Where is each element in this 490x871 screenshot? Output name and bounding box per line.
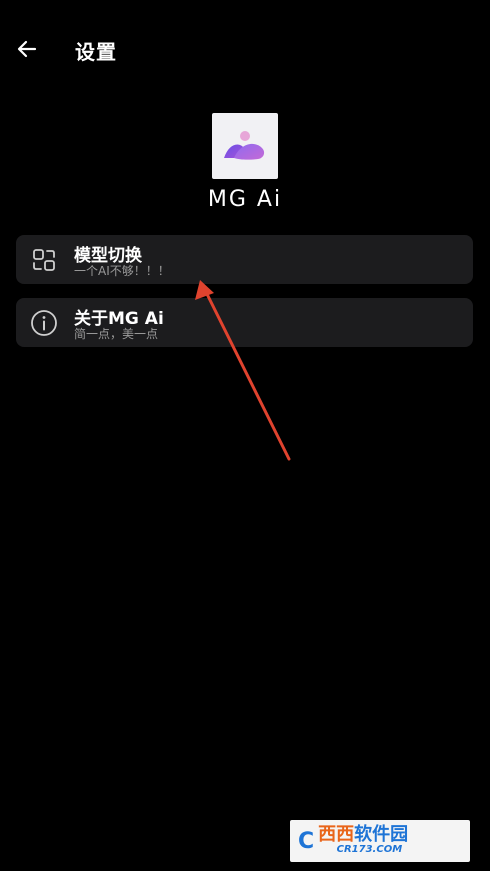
settings-screen: 设置 MG Ai 模型切换 一个AI不够！！！ 关于MG Ai 简一点，美一点 … bbox=[0, 0, 490, 871]
mountain-logo-icon bbox=[224, 131, 265, 160]
about-item[interactable]: 关于MG Ai 简一点，美一点 bbox=[16, 298, 473, 347]
switch-icon bbox=[30, 246, 58, 274]
watermark-domain: CR173.COM bbox=[336, 844, 403, 856]
watermark-brand-part1: 西西 bbox=[318, 824, 355, 846]
top-bar: 设置 bbox=[0, 28, 490, 70]
app-name: MG Ai bbox=[207, 187, 283, 212]
about-subtitle: 简一点，美一点 bbox=[74, 327, 159, 341]
back-button[interactable] bbox=[12, 34, 42, 64]
watermark-brand: 西西软件园 bbox=[318, 824, 409, 846]
watermark-logo: C bbox=[298, 828, 315, 854]
arrow-left-icon bbox=[17, 40, 37, 58]
watermark-brand-part2: 软件园 bbox=[354, 824, 409, 846]
info-icon bbox=[30, 309, 58, 337]
model-switch-item[interactable]: 模型切换 一个AI不够！！！ bbox=[16, 235, 473, 284]
app-header: MG Ai bbox=[0, 113, 490, 212]
watermark-text: 西西软件园 CR173.COM bbox=[318, 824, 409, 856]
model-switch-subtitle: 一个AI不够！！！ bbox=[74, 264, 170, 278]
watermark: C 西西软件园 CR173.COM bbox=[290, 820, 470, 862]
page-title: 设置 bbox=[75, 40, 117, 64]
settings-list: 模型切换 一个AI不够！！！ 关于MG Ai 简一点，美一点 bbox=[16, 235, 473, 361]
app-logo bbox=[212, 113, 278, 179]
